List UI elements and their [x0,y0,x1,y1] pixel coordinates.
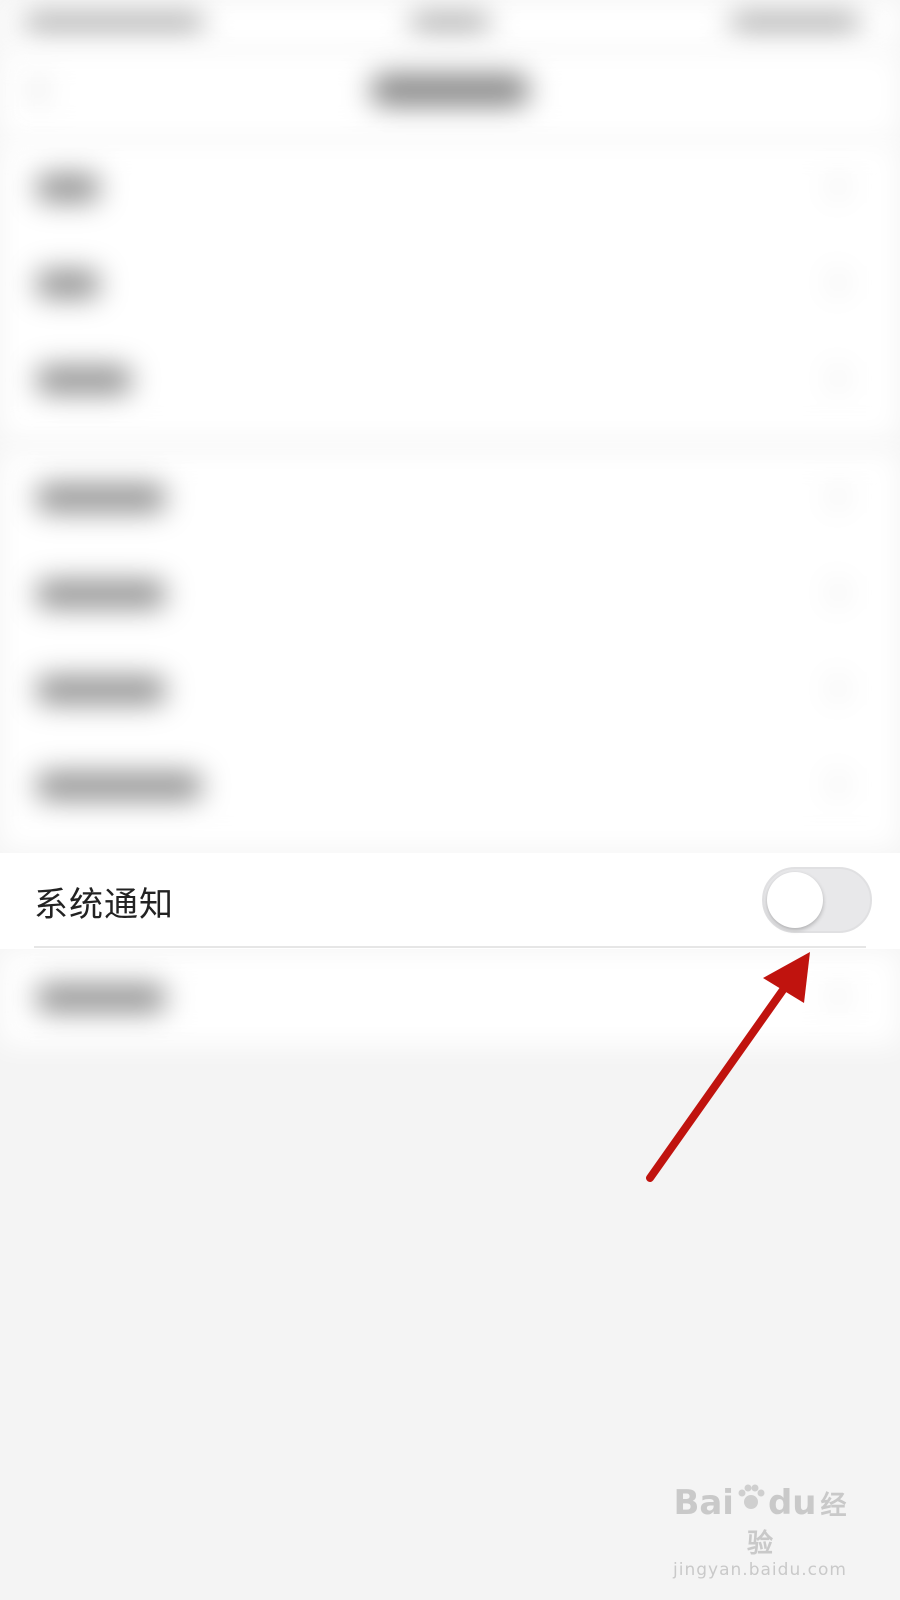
toggle-knob [767,872,823,928]
row-divider [34,946,866,948]
settings-row-label [36,484,166,512]
chevron-right-icon [821,270,846,295]
settings-row[interactable] [0,642,900,738]
nav-bar [0,50,900,140]
settings-row[interactable] [0,236,900,332]
watermark-brand-right: du [767,1483,817,1523]
time-blob [410,14,490,32]
watermark-brand-left: Bai [673,1483,734,1523]
paw-icon [738,1484,765,1509]
chevron-right-icon [821,676,846,701]
settings-row-label [36,174,100,202]
settings-group-2 [0,450,900,850]
settings-row-label [36,676,166,704]
baidu-watermark: Bai du 经验 jingyan.baidu.com [670,1480,850,1580]
battery-blob [730,14,860,32]
settings-row-label [36,270,100,298]
back-icon[interactable] [29,75,60,106]
chevron-right-icon [821,772,846,797]
page-title-blurred [370,74,530,106]
settings-row[interactable] [0,332,900,428]
chevron-right-icon [821,984,846,1009]
settings-row[interactable] [0,738,900,834]
watermark-domain: jingyan.baidu.com [673,1560,847,1580]
settings-group-3 [0,950,900,1046]
chevron-right-icon [821,174,846,199]
settings-row[interactable] [0,546,900,642]
system-notification-label: 系统通知 [34,885,174,925]
status-bar [0,0,900,50]
settings-row-label [36,366,132,394]
settings-row-label [36,772,202,800]
settings-row[interactable] [0,950,900,1046]
system-notification-row: 系统通知 [0,853,900,949]
chevron-right-icon [821,484,846,509]
settings-row-label [36,580,166,608]
settings-row[interactable] [0,450,900,546]
chevron-right-icon [821,580,846,605]
settings-row-label [36,984,166,1012]
carrier-blob [24,14,204,32]
settings-group-1 [0,140,900,440]
settings-row[interactable] [0,140,900,236]
chevron-right-icon [821,366,846,391]
system-notification-toggle[interactable] [762,867,872,933]
